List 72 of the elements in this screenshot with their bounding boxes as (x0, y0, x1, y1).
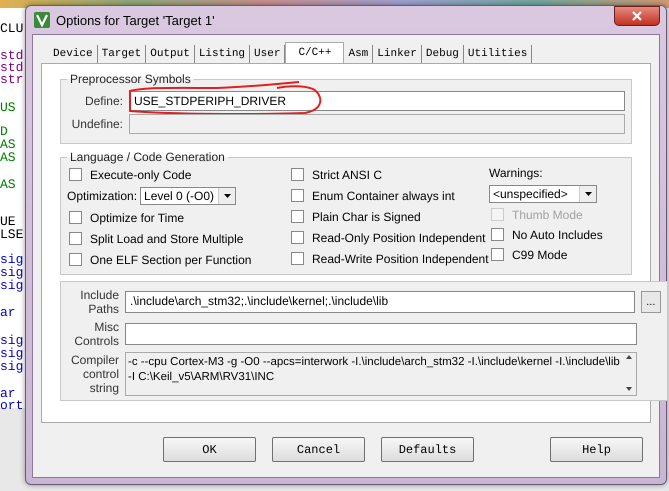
code-line: US (0, 101, 16, 114)
caret-icon (584, 192, 592, 196)
checkbox[interactable] (69, 211, 82, 224)
checkbox-label: Execute-only Code (90, 168, 192, 182)
tab[interactable]: C/C++ (285, 42, 344, 63)
checkbox-label: Thumb Mode (512, 208, 583, 222)
compiler-string-text: -c --cpu Cortex-M3 -g -O0 --apcs=interwork -I.\include\arch_stm32 -I.\include\kernel -I.\include\lib -I C:\Keil_v5\ARM\RV31\INC (127, 355, 621, 385)
field-label: Compiler control string (70, 353, 119, 395)
checkbox-label: Split Load and Store Multiple (90, 232, 244, 246)
checkbox[interactable] (69, 232, 82, 245)
app-icon (34, 12, 50, 28)
dialog-button[interactable]: Cancel (272, 437, 365, 462)
browse-button[interactable]: ... (640, 291, 661, 313)
code-line: CLU (0, 22, 24, 35)
dropdown-label: Optimization: (67, 189, 138, 203)
caret-icon (224, 194, 231, 198)
checkbox[interactable] (491, 228, 504, 241)
field-label: Misc Controls (73, 320, 119, 348)
dialog-button[interactable]: OK (163, 437, 256, 462)
code-line: std (0, 49, 24, 62)
dialog-button[interactable]: Defaults (381, 437, 474, 462)
checkbox-label: Read-Only Position Independent (312, 230, 486, 244)
code-line: sig (0, 360, 24, 373)
checkbox[interactable] (291, 231, 304, 244)
code-line: sig (0, 334, 24, 347)
code-line: str (0, 73, 24, 86)
code-line: AS (0, 178, 16, 191)
checkbox-label: Plain Char is Signed (312, 210, 421, 224)
checkbox-label: Optimize for Time (90, 210, 184, 224)
group-title: Language / Code Generation (69, 150, 226, 164)
checkbox-label: Enum Container always int (312, 188, 455, 202)
misc-controls-field[interactable] (125, 323, 637, 345)
scroll-arrows-icon (624, 353, 633, 393)
close-icon (631, 11, 643, 21)
checkbox[interactable] (291, 189, 304, 202)
code-line: sig (0, 253, 24, 266)
window-title: Options for Target 'Target 1' (56, 12, 216, 28)
define-field[interactable]: USE_STDPERIPH_DRIVER (129, 91, 625, 111)
field-label: Include Paths (79, 288, 119, 316)
dialog-button[interactable]: Help (550, 437, 643, 462)
dropdown[interactable]: Level 0 (-O0) (140, 187, 236, 205)
checkbox-label: C99 Mode (512, 248, 568, 262)
code-line: sig (0, 266, 24, 279)
code-line: sig (0, 279, 24, 292)
checkbox[interactable] (291, 210, 304, 223)
checkbox-label: Strict ANSI C (312, 168, 382, 182)
field-label: Define: (84, 94, 123, 108)
code-line: AS (0, 151, 16, 164)
code-line: D (0, 125, 8, 138)
code-line: sig (0, 347, 24, 360)
field-label: Undefine: (70, 117, 123, 131)
checkbox[interactable] (69, 168, 82, 181)
group-title: Preprocessor Symbols (69, 72, 192, 86)
include-paths-field[interactable]: .\include\arch_stm32;.\include\kernel;.\include\lib (125, 291, 635, 313)
checkbox-label: One ELF Section per Function (90, 252, 252, 266)
checkbox[interactable] (291, 168, 304, 181)
checkbox[interactable] (69, 253, 82, 266)
checkbox[interactable] (491, 248, 504, 261)
checkbox-label: Read-Write Position Independent (312, 252, 489, 266)
checkbox[interactable] (291, 252, 304, 265)
dropdown[interactable]: <unspecified> (489, 185, 597, 203)
checkbox-label: No Auto Includes (512, 228, 603, 242)
compiler-string-field[interactable]: -c --cpu Cortex-M3 -g -O0 --apcs=interwork -I.\include\arch_stm32 -I.\include\kernel -I.\include\lib -I C:\Keil_v5\ARM\RV31\INC (125, 352, 637, 396)
code-line: UE (0, 215, 16, 228)
code-line: ort (0, 399, 24, 412)
field-label: Warnings: (489, 166, 544, 182)
code-line: AS (0, 138, 16, 151)
code-line: LSE (0, 228, 24, 241)
code-line: std (0, 61, 24, 74)
close-button[interactable] (614, 6, 660, 26)
code-line: ar (0, 306, 16, 319)
code-line: ar (0, 387, 16, 400)
